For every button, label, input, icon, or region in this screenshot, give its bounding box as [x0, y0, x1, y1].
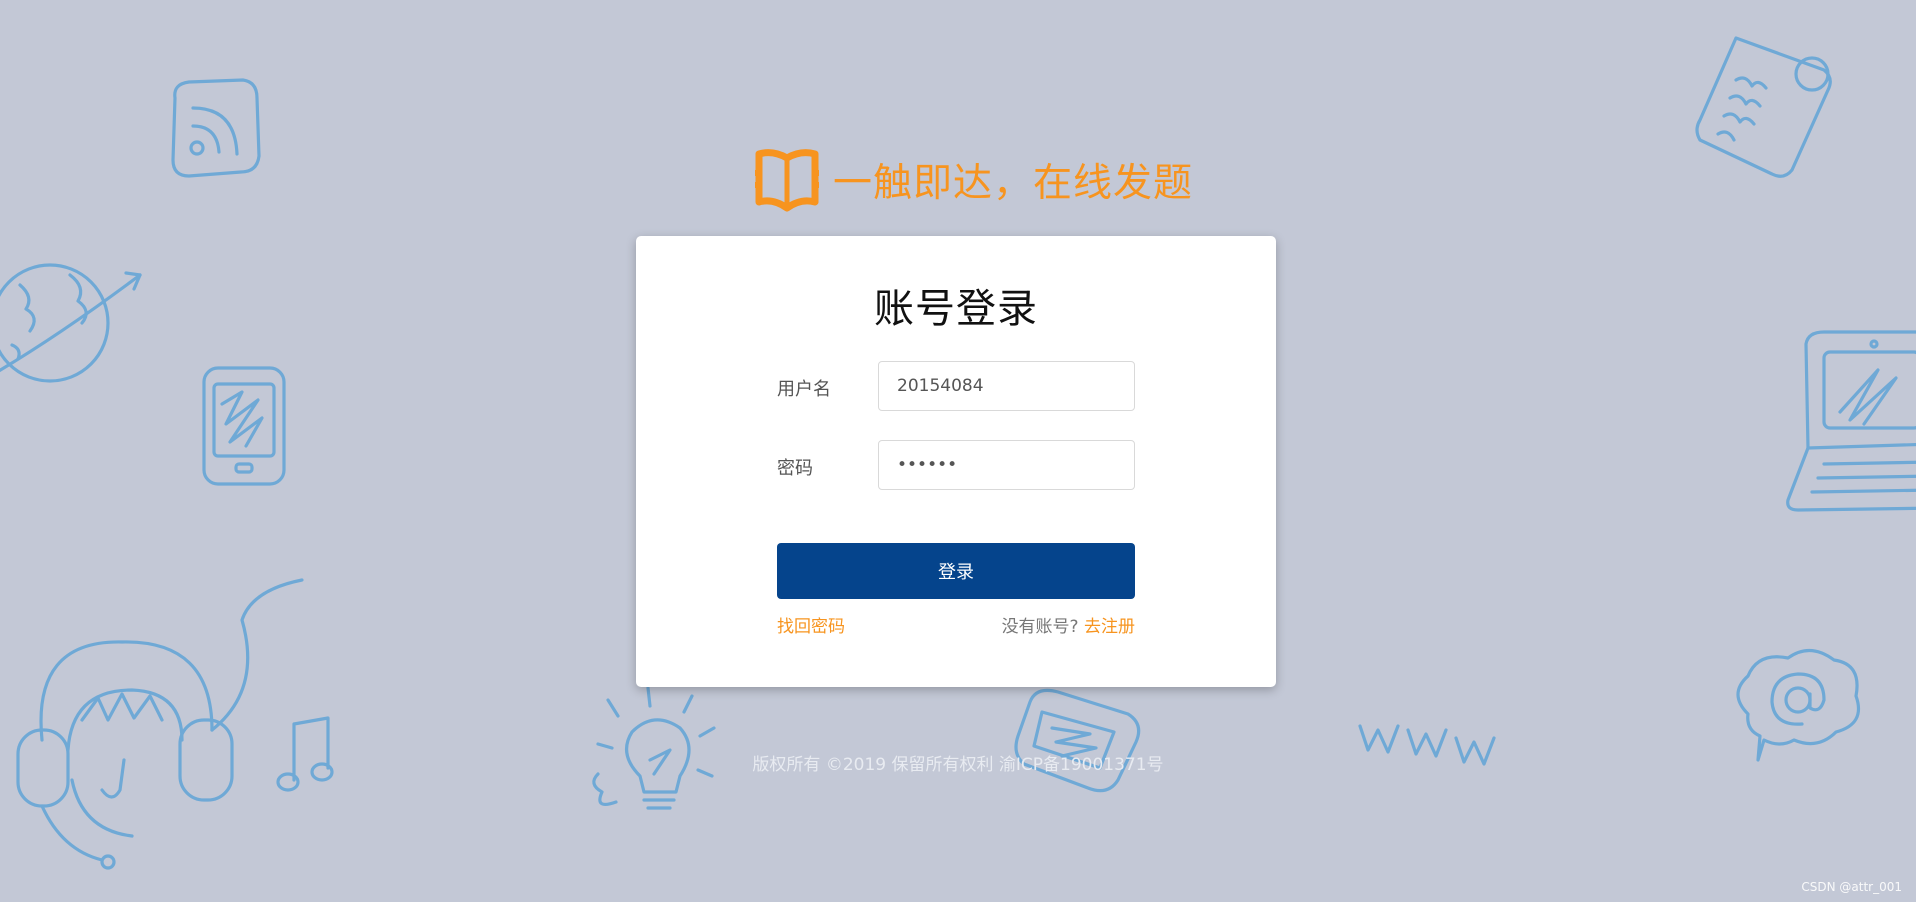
phone-icon	[1014, 688, 1141, 793]
register-area: 没有账号? 去注册	[1002, 612, 1135, 637]
username-input[interactable]	[878, 361, 1135, 411]
globe-icon	[0, 263, 142, 383]
forgot-password-link[interactable]: 找回密码	[777, 612, 845, 637]
password-input[interactable]	[878, 440, 1135, 490]
rss-icon	[171, 78, 261, 178]
login-button[interactable]: 登录	[777, 543, 1135, 599]
at-sign-icon	[1736, 648, 1861, 762]
smartphone-icon	[202, 366, 286, 486]
headphones-icon	[16, 578, 304, 870]
brand-header: 一触即达，在线发题	[753, 146, 1193, 214]
password-label: 密码	[777, 458, 813, 479]
username-label: 用户名	[777, 379, 831, 400]
card-links: 找回密码 没有账号? 去注册	[777, 612, 1135, 637]
watermark: CSDN @attr_001	[1801, 880, 1902, 894]
no-account-text: 没有账号?	[1001, 617, 1084, 637]
login-title: 账号登录	[874, 286, 1038, 332]
register-link[interactable]: 去注册	[1084, 617, 1135, 637]
brand-title: 一触即达，在线发题	[833, 161, 1194, 206]
username-row: 用户名	[777, 361, 1135, 411]
open-book-icon	[753, 146, 821, 214]
document-icon	[1695, 36, 1832, 178]
footer-copyright: 版权所有 ©2019 保留所有权利 渝ICP备19001371号	[752, 755, 1164, 775]
laptop-icon	[1786, 330, 1916, 512]
password-row: 密码	[777, 440, 1135, 490]
login-card: 账号登录 用户名 密码 登录 找回密码 没有账号? 去注册	[636, 236, 1276, 687]
